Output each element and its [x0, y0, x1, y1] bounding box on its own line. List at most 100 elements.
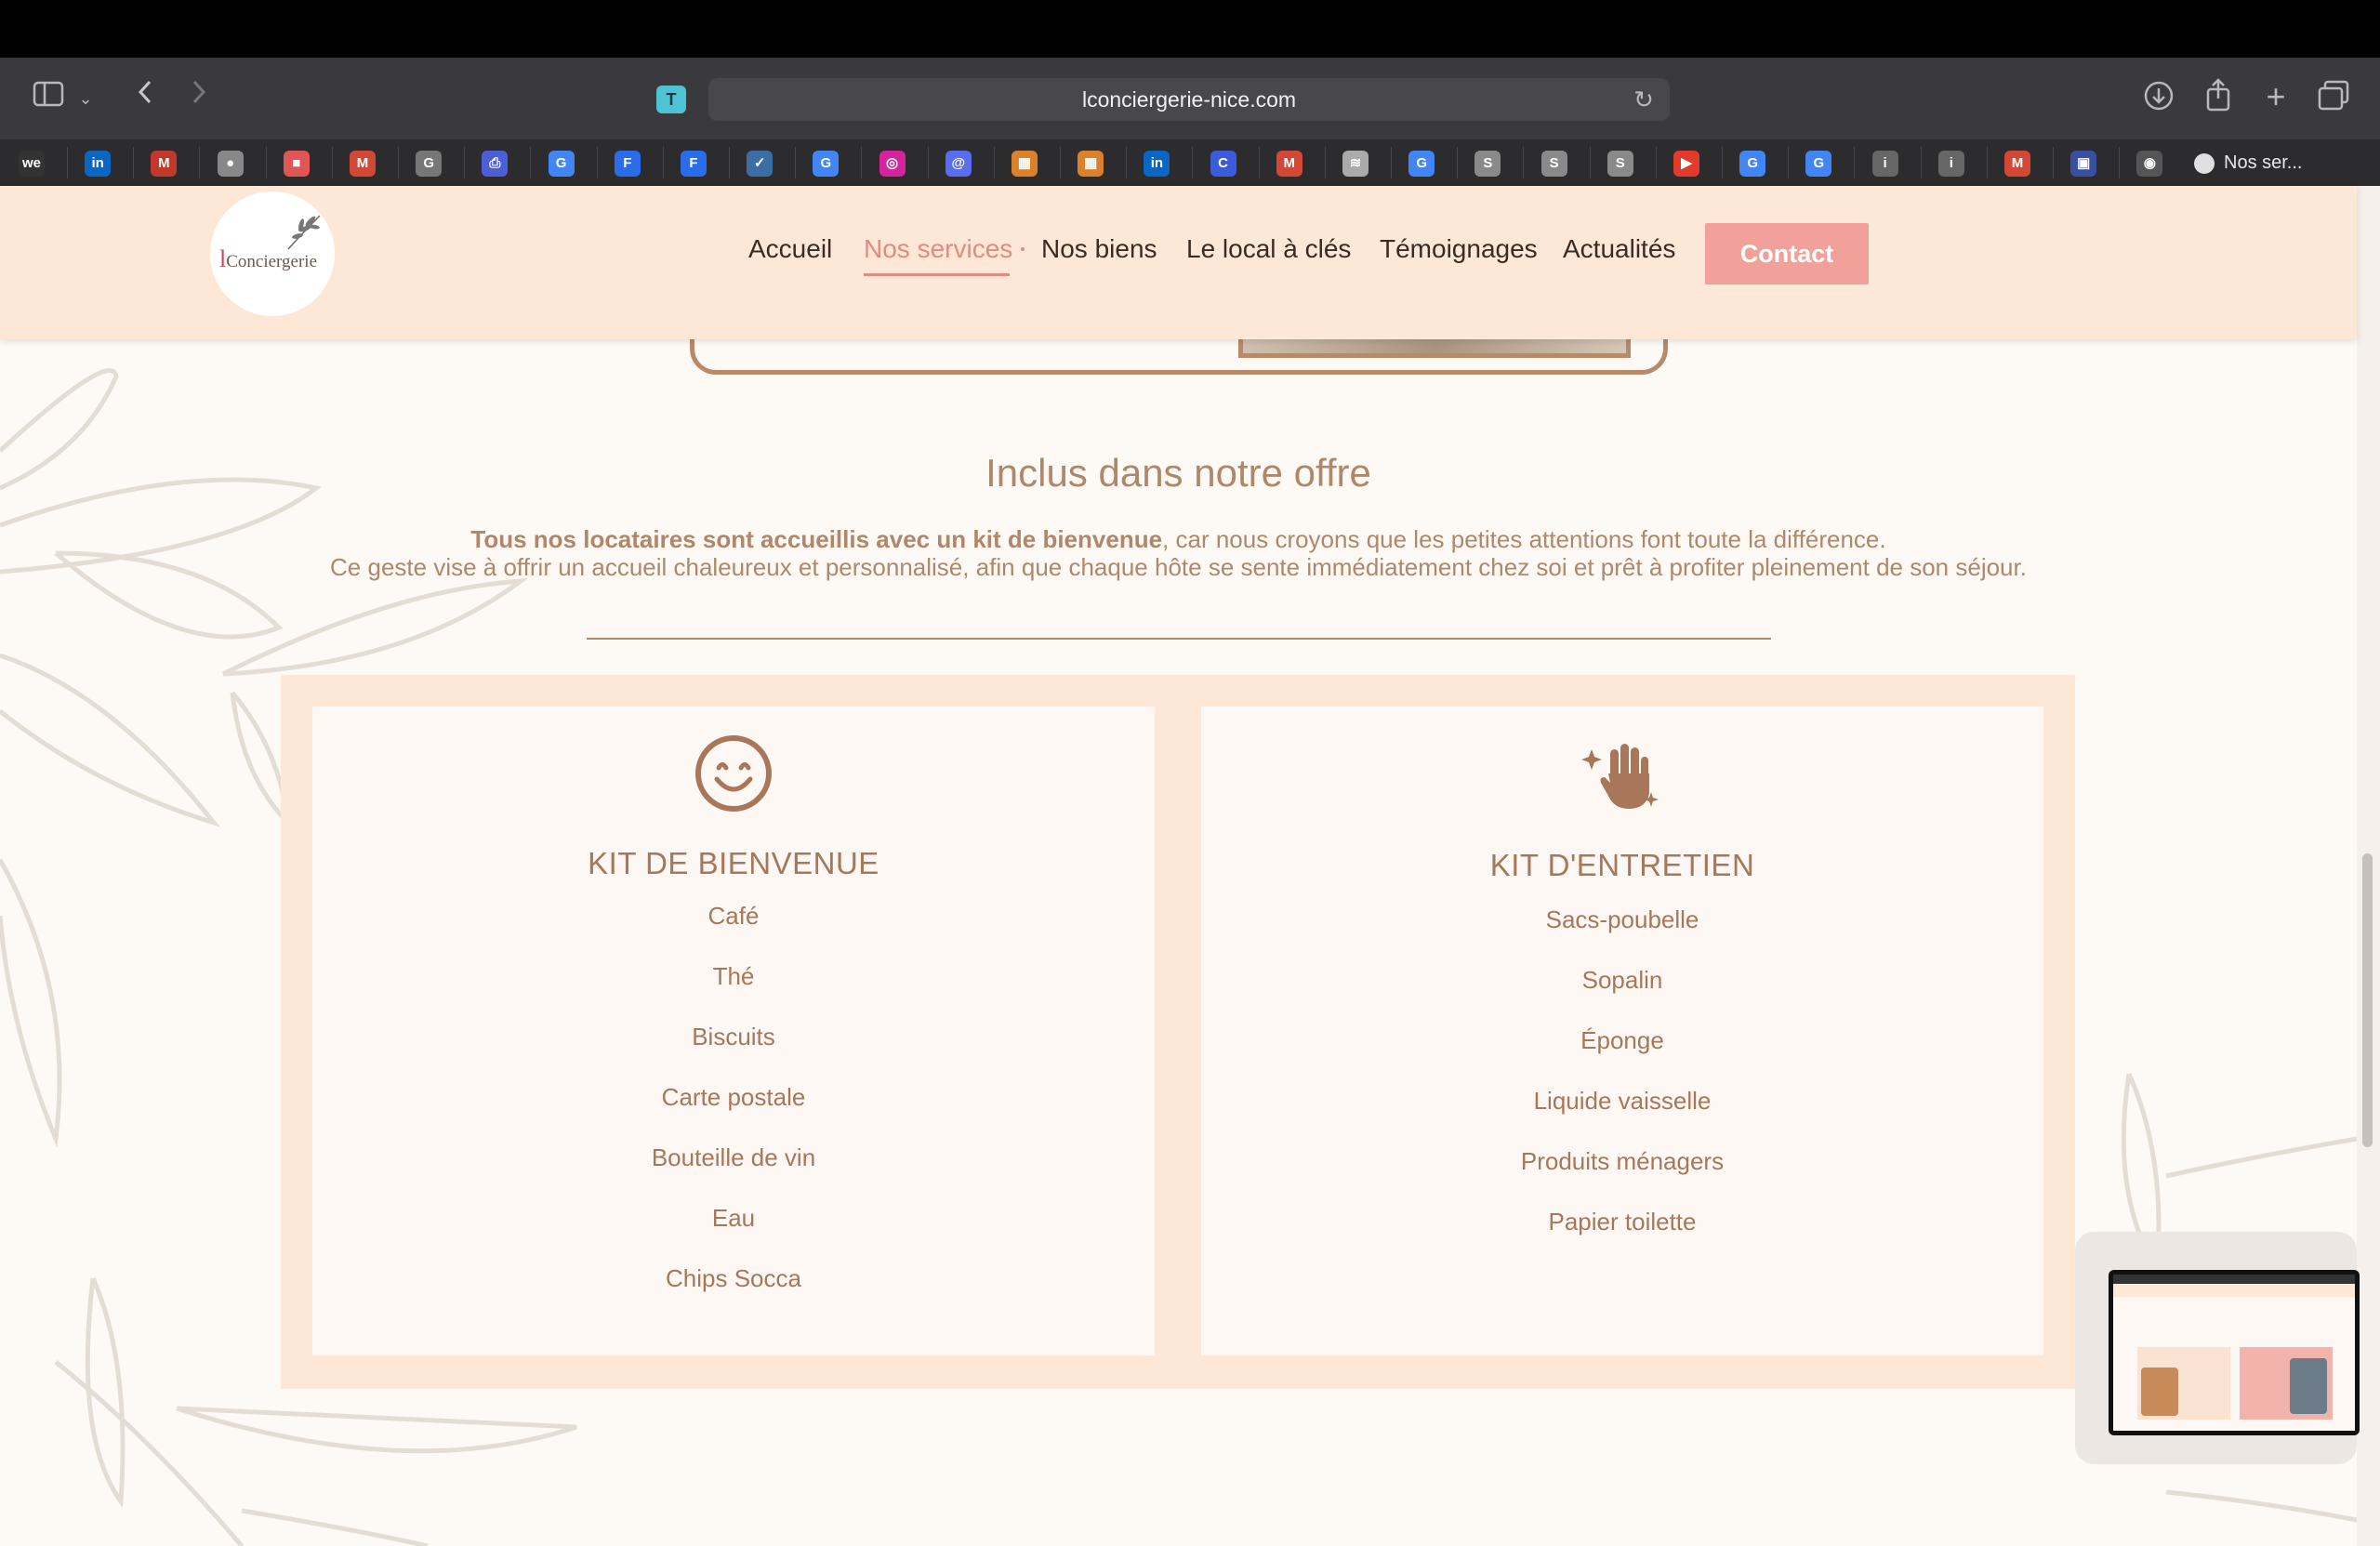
- new-tab-icon[interactable]: +: [2255, 78, 2296, 115]
- bookmark-13-icon[interactable]: ◎: [879, 151, 906, 177]
- bookmark-15-icon[interactable]: ▦: [1012, 151, 1038, 177]
- bookmark-31-icon[interactable]: ▣: [2070, 151, 2097, 177]
- bookmark-separator: [795, 147, 797, 178]
- bookmark-18-icon[interactable]: C: [1210, 151, 1236, 177]
- bookmark-separator: [2119, 147, 2121, 178]
- bookmark-separator: [662, 147, 664, 178]
- list-item: Café: [707, 902, 760, 930]
- list-item: Eau: [711, 1204, 756, 1232]
- bookmark-separator: [1920, 147, 1922, 178]
- bookmark-16-icon[interactable]: ▦: [1078, 151, 1104, 177]
- sparkle-hand-icon: [1201, 736, 2043, 820]
- logo-text: lConciergerie: [219, 245, 318, 272]
- dropdown-indicator-icon[interactable]: [1021, 247, 1025, 251]
- bookmark-12-icon[interactable]: G: [813, 151, 840, 177]
- bookmark-20-icon[interactable]: ≋: [1342, 151, 1368, 177]
- list-item: Carte postale: [661, 1083, 806, 1111]
- bookmark-separator: [1391, 147, 1392, 178]
- bookmark-separator: [398, 147, 399, 178]
- bookmark-1-icon[interactable]: in: [85, 151, 112, 177]
- bookmark-3-icon[interactable]: ●: [217, 151, 244, 177]
- bookmark-25-icon[interactable]: ▶: [1673, 151, 1699, 177]
- bookmark-2-icon[interactable]: M: [151, 151, 178, 177]
- bookmark-14-icon[interactable]: @: [945, 151, 972, 177]
- bookmark-separator: [2053, 147, 2054, 178]
- preview-photo-right: [2290, 1358, 2327, 1414]
- bookmark-10-icon[interactable]: F: [681, 151, 707, 177]
- bookmark-30-icon[interactable]: M: [2004, 151, 2030, 177]
- list-item: Biscuits: [692, 1023, 775, 1050]
- intro-bold: Tous nos locataires sont accueillis avec…: [470, 525, 1163, 553]
- active-tab[interactable]: Nos ser...: [2194, 147, 2302, 178]
- nav-actualites[interactable]: Actualités: [1563, 234, 1675, 264]
- nav-accueil[interactable]: Accueil: [748, 234, 832, 264]
- bookmark-separator: [927, 147, 929, 178]
- forward-icon[interactable]: [178, 78, 219, 115]
- share-icon[interactable]: [2198, 78, 2239, 115]
- cleaning-kit-card: KIT D'ENTRETIEN Sacs-poubelle Sopalin Ép…: [1201, 707, 2043, 1355]
- bookmark-17-icon[interactable]: in: [1144, 151, 1170, 177]
- bookmarks-bar: Nos ser... we in M ● ■ M G ⎙ G F F ✓ G ◎ @ ▦ ▦ in C M ≋ G S S S ▶…: [0, 139, 2380, 186]
- bookmark-24-icon[interactable]: S: [1606, 151, 1633, 177]
- bookmark-21-icon[interactable]: G: [1408, 151, 1435, 177]
- bookmark-0-icon[interactable]: we: [19, 151, 45, 177]
- browser-toolbar: ⌄ T lconciergerie-nice.com ↻ +: [0, 58, 2380, 139]
- address-bar[interactable]: lconciergerie-nice.com ↻: [708, 78, 1670, 121]
- active-nav-underline: [864, 273, 1010, 276]
- bookmark-separator: [1192, 147, 1194, 178]
- bookmark-22-icon[interactable]: S: [1474, 151, 1501, 177]
- bookmark-separator: [1258, 147, 1260, 178]
- bookmark-26-icon[interactable]: G: [1739, 151, 1766, 177]
- bookmark-5-icon[interactable]: M: [350, 151, 376, 177]
- welcome-kit-card: KIT DE BIENVENUE Café Thé Biscuits Carte…: [312, 707, 1155, 1355]
- logo[interactable]: lConciergerie: [210, 192, 335, 316]
- nav-nos-biens[interactable]: Nos biens: [1041, 234, 1157, 264]
- bookmark-32-icon[interactable]: ◉: [2136, 151, 2163, 177]
- bookmark-4-icon[interactable]: ■: [283, 151, 310, 177]
- bookmark-23-icon[interactable]: S: [1540, 151, 1567, 177]
- url-text[interactable]: lconciergerie-nice.com: [708, 78, 1670, 121]
- contact-button[interactable]: Contact: [1705, 223, 1869, 284]
- chevron-down-icon[interactable]: ⌄: [74, 80, 97, 117]
- scrollbar-thumb[interactable]: [2362, 853, 2373, 1147]
- list-item: Éponge: [1580, 1026, 1664, 1054]
- bookmark-separator: [67, 147, 68, 178]
- tabs-overview-icon[interactable]: [2313, 80, 2354, 117]
- bookmark-6-icon[interactable]: G: [416, 151, 443, 177]
- site-header: lConciergerie Accueil Nos services Nos b…: [0, 186, 2357, 339]
- bookmark-separator: [1324, 147, 1326, 178]
- nav-nos-services[interactable]: Nos services: [864, 234, 1012, 264]
- bookmark-11-icon[interactable]: ✓: [747, 151, 774, 177]
- nav-local-a-cles[interactable]: Le local à clés: [1186, 234, 1351, 264]
- bookmark-19-icon[interactable]: M: [1276, 151, 1302, 177]
- cleaning-kit-list: Sacs-poubelle Sopalin Éponge Liquide vai…: [1201, 905, 2043, 1268]
- bookmark-29-icon[interactable]: i: [1937, 151, 1964, 177]
- sidebar-icon[interactable]: [28, 80, 69, 117]
- bookmark-9-icon[interactable]: F: [614, 151, 641, 177]
- bookmark-separator: [1986, 147, 1988, 178]
- bookmark-separator: [1722, 147, 1723, 178]
- section-title: Inclus dans notre offre: [985, 451, 1371, 495]
- bookmark-28-icon[interactable]: i: [1871, 151, 1898, 177]
- list-item: Liquide vaisselle: [1533, 1087, 1712, 1115]
- kits-panel: KIT DE BIENVENUE Café Thé Biscuits Carte…: [281, 675, 2075, 1389]
- back-icon[interactable]: [125, 78, 165, 115]
- bookmark-27-icon[interactable]: G: [1805, 151, 1832, 177]
- page-content: Inclus dans notre offre Tous nos locatai…: [0, 339, 2357, 1546]
- bookmark-separator: [1126, 147, 1128, 178]
- bookmark-8-icon[interactable]: G: [548, 151, 575, 177]
- download-icon[interactable]: [2138, 80, 2179, 117]
- bookmark-7-icon[interactable]: ⎙: [482, 151, 509, 177]
- bookmark-separator: [1060, 147, 1061, 178]
- bookmark-separator: [1655, 147, 1657, 178]
- smiley-icon: [312, 734, 1155, 818]
- screen-preview-thumbnail[interactable]: [2109, 1270, 2360, 1435]
- reload-icon[interactable]: ↻: [1625, 81, 1662, 118]
- reader-icon[interactable]: T: [656, 86, 686, 113]
- preview-header: [2113, 1284, 2355, 1297]
- preview-photo-left: [2141, 1368, 2178, 1416]
- top-strip: [0, 0, 2380, 58]
- nav-temoignages[interactable]: Témoignages: [1380, 234, 1538, 264]
- bookmark-separator: [530, 147, 532, 178]
- section-divider: [587, 638, 1771, 640]
